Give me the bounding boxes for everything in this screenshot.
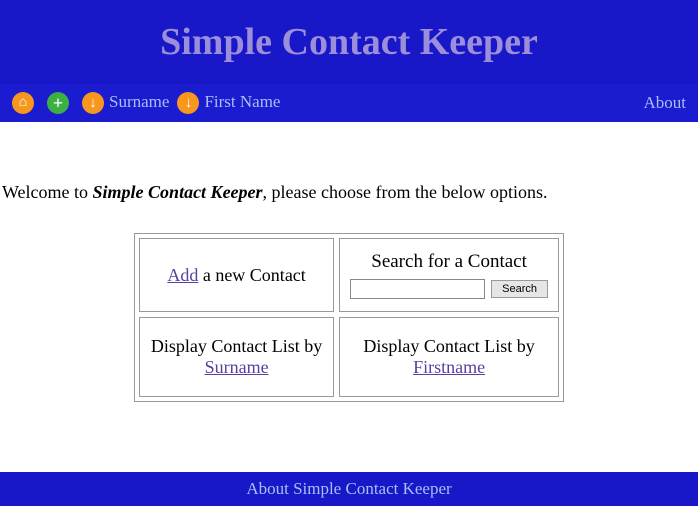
- list-by-surname-cell: Display Contact List by Surname: [139, 317, 334, 397]
- search-input[interactable]: [350, 279, 485, 299]
- list-by-firstname-cell: Display Contact List by Firstname: [339, 317, 559, 397]
- arrow-down-icon: ↓: [82, 92, 104, 114]
- header: Simple Contact Keeper: [0, 0, 698, 84]
- plus-icon: +: [47, 92, 69, 114]
- welcome-word: Welcome: [2, 182, 74, 202]
- about-link[interactable]: About: [640, 93, 691, 112]
- toolbar-surname-label: Surname: [109, 92, 169, 111]
- arrow-down-icon: ↓: [177, 92, 199, 114]
- add-link[interactable]: +: [43, 92, 78, 114]
- welcome-text: Welcome to Simple Contact Keeper, please…: [0, 122, 698, 233]
- toolbar-firstname-label: First Name: [204, 92, 280, 111]
- add-contact-link[interactable]: Add: [167, 265, 198, 285]
- footer: About Simple Contact Keeper: [0, 472, 698, 506]
- search-title: Search for a Contact: [350, 251, 548, 273]
- search-button[interactable]: Search: [491, 280, 548, 298]
- sort-surname-link[interactable]: ↓ Surname: [78, 92, 173, 114]
- list-by-firstname-link[interactable]: Firstname: [413, 357, 485, 377]
- list-surname-pre: Display Contact List by: [151, 336, 322, 356]
- add-contact-cell: Add a new Contact: [139, 238, 334, 312]
- welcome-app-name: Simple Contact Keeper: [93, 182, 263, 202]
- home-icon: ⌂: [12, 92, 34, 114]
- page-title: Simple Contact Keeper: [0, 20, 698, 64]
- footer-about-link[interactable]: About Simple Contact Keeper: [246, 479, 451, 498]
- toolbar: ⌂ + ↓ Surname ↓ First Name About: [0, 84, 698, 122]
- home-link[interactable]: ⌂: [8, 92, 43, 114]
- sort-firstname-link[interactable]: ↓ First Name: [173, 92, 284, 114]
- options-grid: Add a new Contact Search for a Contact S…: [134, 233, 564, 402]
- list-firstname-pre: Display Contact List by: [363, 336, 534, 356]
- list-by-surname-link[interactable]: Surname: [205, 357, 269, 377]
- add-contact-rest: a new Contact: [198, 265, 305, 285]
- welcome-rest: , please choose from the below options.: [263, 182, 548, 202]
- welcome-to: to: [74, 182, 93, 202]
- search-contact-cell: Search for a Contact Search: [339, 238, 559, 312]
